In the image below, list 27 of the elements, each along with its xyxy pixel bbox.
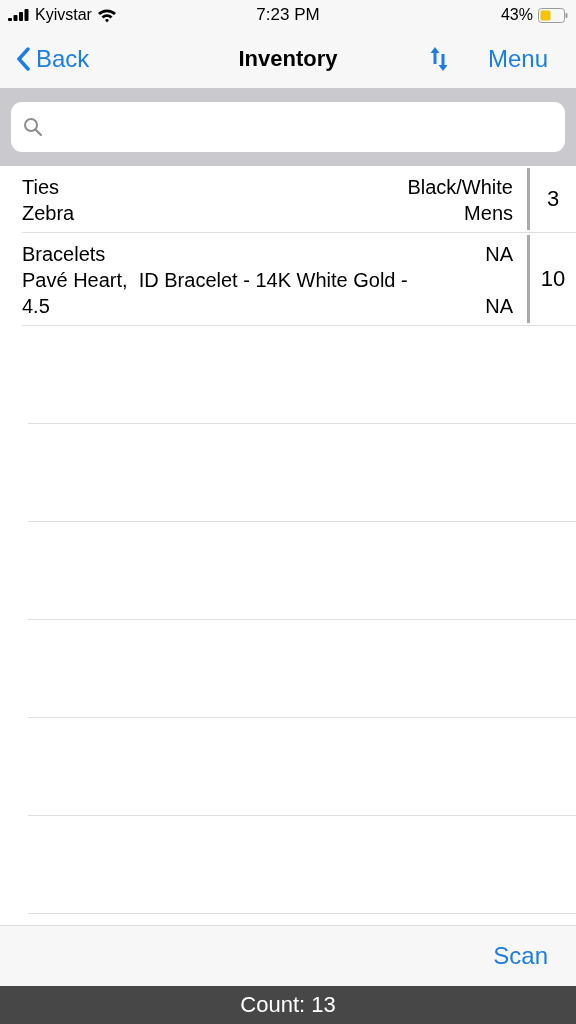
item-name: Ties [22, 175, 61, 200]
back-chevron-icon [16, 47, 30, 71]
item-attribute: NA [485, 242, 513, 267]
item-attribute: Black/White [407, 175, 513, 200]
carrier-name: Kyivstar [35, 6, 92, 24]
item-name: Bracelets [22, 242, 107, 267]
item-description: Zebra [22, 201, 76, 226]
screen-title: Inventory [238, 46, 338, 71]
battery-icon [538, 7, 568, 23]
battery-percent: 43% [500, 6, 533, 24]
menu-button[interactable]: Menu [487, 45, 548, 73]
item-attribute: Mens [463, 201, 513, 226]
search-icon [23, 117, 43, 137]
back-button[interactable]: Back [16, 45, 90, 73]
item-quantity: 3 [546, 186, 560, 212]
wifi-icon [96, 7, 117, 23]
search-field[interactable] [11, 102, 565, 152]
clock-time: 7:23 PM [256, 5, 320, 25]
item-count: Count: 13 [240, 992, 336, 1018]
list-row[interactable]: Ties Black/White Zebra Mens 3 [22, 166, 576, 233]
signal-icon [8, 9, 30, 21]
item-quantity: 10 [540, 266, 566, 292]
list-row[interactable]: Bracelets NA Pavé Heart, ID Bracelet - 14K White Gold - 4.5 NA 10 [22, 233, 576, 326]
item-attribute: NA [485, 294, 513, 319]
item-description: Pavé Heart, ID Bracelet - 14K White Gold - 4.5 [22, 268, 409, 319]
sort-icon[interactable] [429, 46, 448, 72]
scan-button[interactable]: Scan [493, 942, 548, 970]
